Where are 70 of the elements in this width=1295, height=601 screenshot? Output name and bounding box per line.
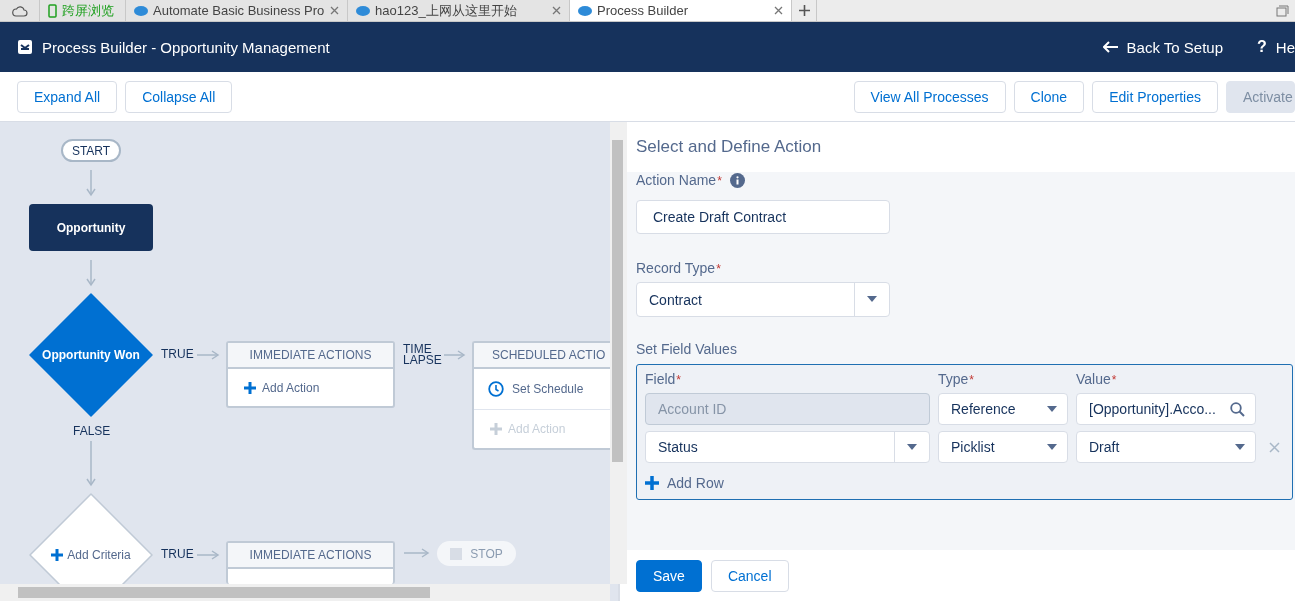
browser-tab[interactable]: Process Builder <box>570 0 792 21</box>
action-name-field[interactable]: Create Draft Contract <box>636 200 890 234</box>
plus-icon <box>645 476 659 490</box>
actions-header: IMMEDIATE ACTIONS <box>228 343 393 369</box>
start-node: START <box>61 139 121 162</box>
true-label: TRUE <box>161 349 194 360</box>
help-link[interactable]: ? He <box>1257 38 1295 56</box>
toolbar-button[interactable]: Edit Properties <box>1092 80 1218 113</box>
toolbar-button[interactable]: Collapse All <box>125 80 233 113</box>
actions-header: SCHEDULED ACTIO <box>474 343 610 369</box>
time-lapse-label: TIME LAPSE <box>403 344 443 366</box>
cloud-icon <box>11 4 28 17</box>
page-icon <box>134 4 148 17</box>
plus-icon <box>490 423 502 435</box>
caret-icon <box>1235 443 1245 451</box>
close-icon[interactable] <box>552 6 561 15</box>
caret-icon <box>1047 405 1057 413</box>
new-tab-icon[interactable] <box>798 5 810 16</box>
false-label: FALSE <box>73 426 111 437</box>
caret-icon <box>867 296 877 303</box>
page-title: Process Builder - Opportunity Management <box>42 38 331 56</box>
search-icon <box>1230 401 1245 417</box>
type-select[interactable]: Picklist <box>938 431 1068 463</box>
page-icon <box>356 4 370 17</box>
info-icon <box>729 172 745 188</box>
type-select[interactable]: Reference <box>938 393 1068 425</box>
horizontal-scrollbar[interactable] <box>0 584 610 601</box>
section-label: Set Field Values <box>636 341 737 357</box>
plus-icon <box>244 382 256 394</box>
vertical-scrollbar[interactable] <box>610 122 627 584</box>
add-action-link[interactable]: Add Action <box>228 369 393 406</box>
criteria-node[interactable]: Opportunity Won <box>29 293 153 417</box>
value-field[interactable]: [Opportunity].Acco... <box>1076 393 1256 425</box>
toolbar-button[interactable]: View All Processes <box>853 80 1006 113</box>
set-schedule-link[interactable]: Set Schedule <box>474 369 610 409</box>
true-label: TRUE <box>161 549 194 560</box>
column-label: Type* <box>938 371 975 387</box>
back-arrow-icon <box>1102 41 1118 53</box>
plus-icon <box>51 549 64 561</box>
field-label: Record Type* <box>636 260 721 276</box>
actions-header: IMMEDIATE ACTIONS <box>228 543 393 569</box>
browser-tab[interactable]: hao123_上网从这里开始 <box>348 0 570 21</box>
record-type-select[interactable]: Contract <box>636 282 890 317</box>
process-icon <box>18 40 32 54</box>
remove-row-icon[interactable] <box>1268 441 1280 453</box>
add-row-link[interactable]: Add Row <box>645 475 724 491</box>
browser-tab[interactable]: Automate Basic Business Pro <box>126 0 348 21</box>
value-field[interactable]: Draft <box>1076 431 1256 463</box>
column-label: Field* <box>645 371 682 387</box>
stop-icon <box>450 547 463 560</box>
caret-icon <box>907 443 917 451</box>
secondary-button[interactable]: Cancel <box>710 559 789 592</box>
browser-tab[interactable] <box>0 0 40 21</box>
toolbar-button[interactable]: Expand All <box>17 80 118 113</box>
primary-button[interactable]: Save <box>636 559 702 592</box>
toolbar-button[interactable]: Clone <box>1013 80 1085 113</box>
caret-icon <box>1047 443 1057 451</box>
page-icon <box>578 4 592 17</box>
field-label: Action Name* <box>636 172 722 188</box>
criteria-node[interactable]: Add Criteria <box>29 493 153 584</box>
close-icon[interactable] <box>774 6 783 15</box>
back-link[interactable]: Back To Setup <box>1102 38 1224 56</box>
close-icon[interactable] <box>330 6 339 15</box>
stop-node: STOP <box>437 541 516 566</box>
field-select[interactable]: Status <box>645 431 930 463</box>
object-node[interactable]: Opportunity <box>29 204 153 251</box>
phone-icon <box>48 3 57 18</box>
clock-icon <box>488 381 504 397</box>
column-label: Value* <box>1076 371 1117 387</box>
window-icon[interactable] <box>1276 4 1289 17</box>
